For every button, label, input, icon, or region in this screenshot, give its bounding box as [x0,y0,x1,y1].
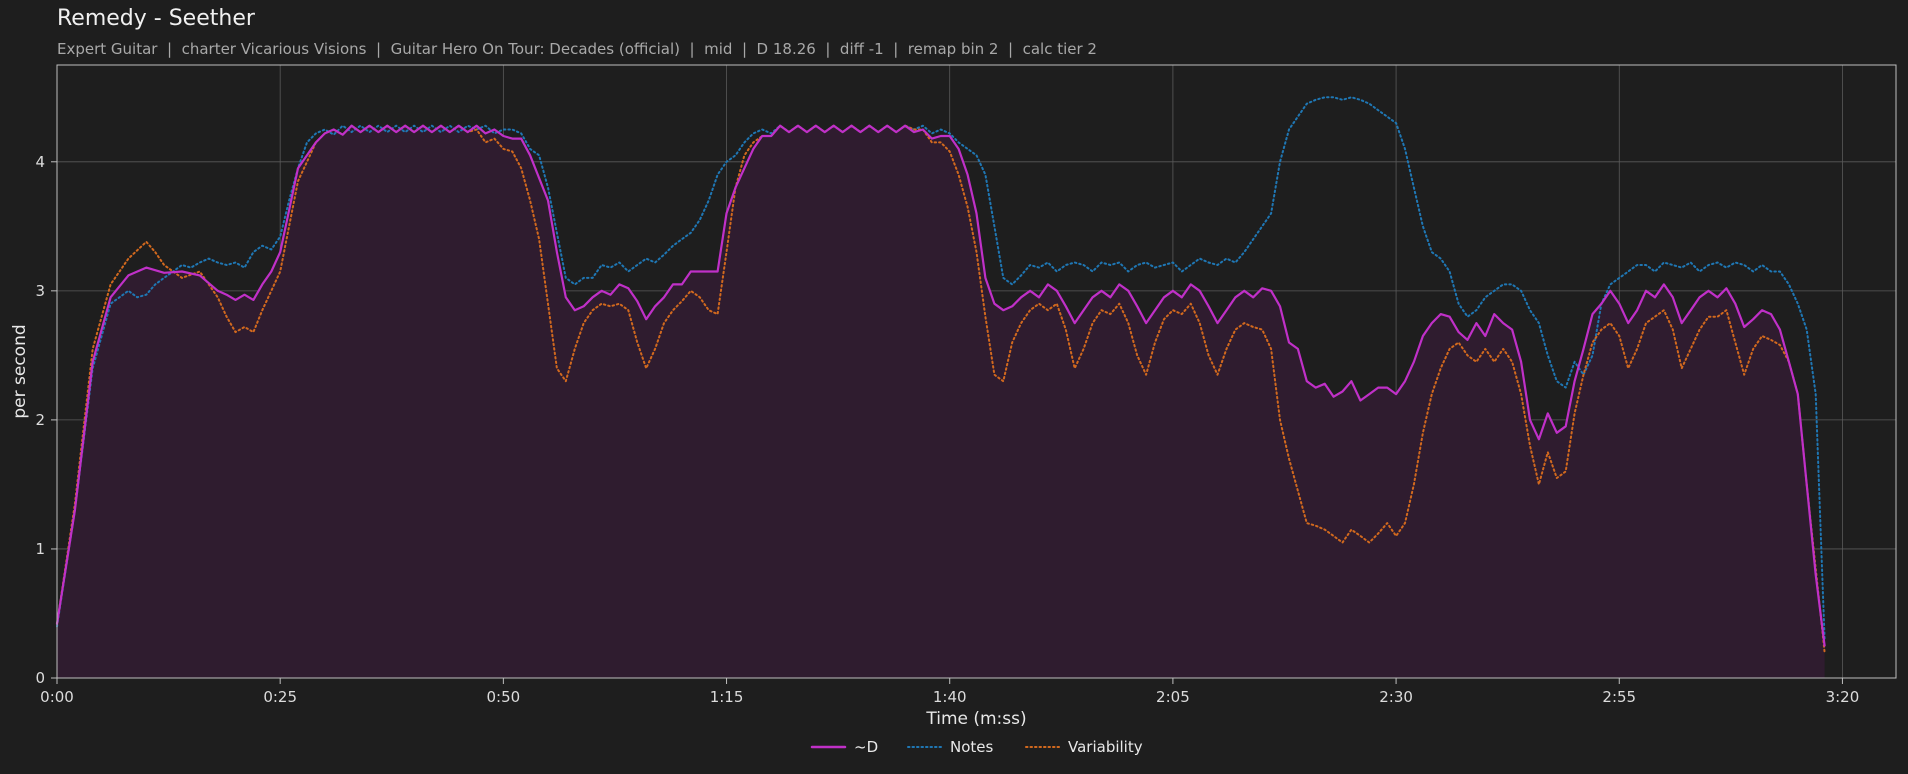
x-tick-label: 2:55 [1602,688,1636,706]
x-tick-label: 2:05 [1156,688,1190,706]
y-tick-label: 1 [35,540,45,558]
chart-area: 0:00 0:25 0:50 1:15 1:40 2:05 2:30 2:55 3:20 0 1 2 3… [10,64,1897,756]
legend-label: Notes [950,738,994,756]
x-tick-label: 0:50 [487,688,521,706]
d-fill-area [57,125,1825,678]
y-axis-label: per second [10,324,30,418]
x-tick-label: 1:40 [933,688,967,706]
y-tick-label: 0 [35,669,45,687]
x-tick-label: 0:00 [40,688,74,706]
y-tick-label: 3 [35,282,45,300]
legend-label: ~D [854,738,878,756]
x-axis-label: Time (m:ss) [925,709,1026,729]
legend: ~D Notes Variability [810,738,1143,756]
x-tick-label: 1:15 [710,688,744,706]
x-tick-label: 3:20 [1826,688,1860,706]
y-tick-label: 4 [35,153,45,171]
legend-label: Variability [1068,738,1143,756]
x-tick-label: 0:25 [263,688,297,706]
x-tick-label: 2:30 [1379,688,1413,706]
y-tick-label: 2 [35,411,45,429]
